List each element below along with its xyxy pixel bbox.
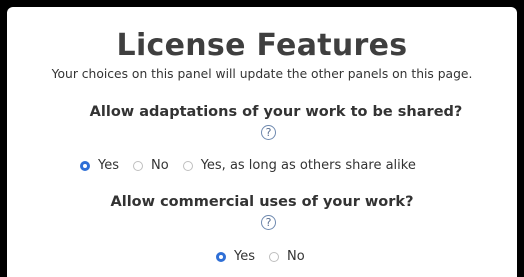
option-adaptations-no[interactable]: No (133, 158, 169, 173)
radio-commercial-no[interactable] (269, 251, 279, 262)
option-label: Yes (234, 249, 255, 264)
option-commercial-yes[interactable]: Yes (216, 249, 255, 264)
help-icon[interactable]: ? (261, 125, 276, 140)
panel-subtitle: Your choices on this panel will update t… (51, 67, 473, 81)
help-icon[interactable]: ? (261, 215, 276, 230)
option-label: Yes, as long as others share alike (200, 158, 416, 173)
question-commercial: Allow commercial uses of your work? (110, 194, 414, 210)
question-adaptations: Allow adaptations of your work to be sha… (89, 104, 463, 120)
option-adaptations-share-alike[interactable]: Yes, as long as others share alike (182, 158, 416, 173)
radio-adaptations-yes[interactable] (80, 160, 90, 171)
option-label: No (151, 158, 169, 173)
radio-adaptations-no[interactable] (133, 160, 143, 171)
radio-commercial-yes[interactable] (216, 251, 226, 262)
adaptations-options: Yes No Yes, as long as others share alik… (80, 158, 430, 173)
license-features-panel: License Features Your choices on this pa… (7, 7, 517, 277)
radio-adaptations-share-alike[interactable] (182, 160, 193, 171)
option-commercial-no[interactable]: No (269, 249, 305, 264)
panel-title: License Features (116, 28, 408, 63)
option-label: Yes (98, 158, 119, 173)
commercial-options: Yes No (216, 249, 319, 264)
option-label: No (287, 249, 305, 264)
option-adaptations-yes[interactable]: Yes (80, 158, 119, 173)
